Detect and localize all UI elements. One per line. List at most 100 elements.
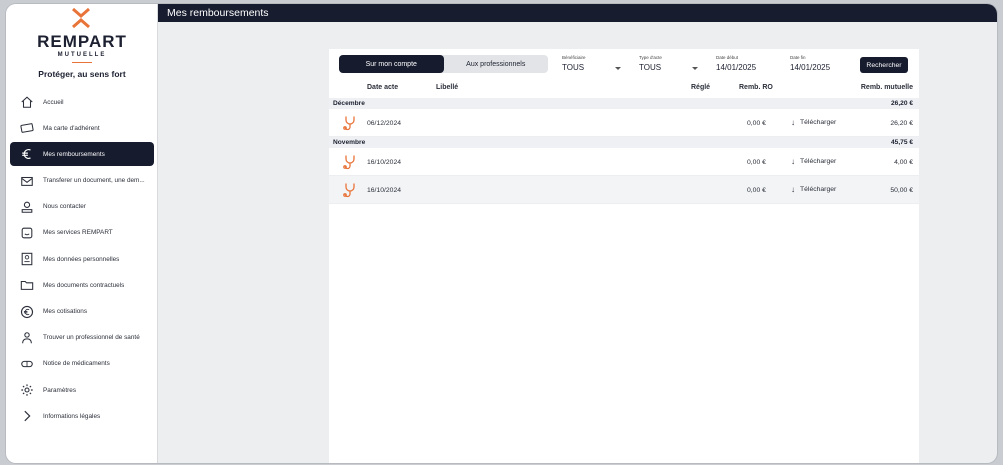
- sidebar-item-label: Paramètres: [43, 386, 77, 394]
- sidebar-item-donnees[interactable]: Mes données personnelles: [10, 247, 154, 271]
- tab-sur-mon-compte[interactable]: Sur mon compte: [339, 55, 444, 73]
- sidebar-item-remboursements[interactable]: Mes remboursements: [10, 142, 154, 167]
- folder-icon: [20, 278, 34, 292]
- sidebar-item-parametres[interactable]: Paramètres: [10, 378, 154, 402]
- month-name: Novembre: [333, 139, 366, 146]
- date-fin-label: Date fin: [790, 55, 806, 60]
- download-label: Télécharger: [800, 186, 837, 193]
- chevron-right-icon: [20, 409, 34, 423]
- beneficiaire-label: Bénéficiaire: [562, 55, 586, 60]
- sidebar-item-transferer[interactable]: Transferer un document, une dem...: [10, 169, 154, 193]
- app-window: REMPART MUTUELLE Protéger, au sens fort …: [6, 4, 997, 463]
- chevron-down-icon: [692, 67, 698, 70]
- col-remb-mutuelle: Remb. mutuelle: [860, 84, 913, 91]
- mail-icon: [20, 174, 34, 188]
- sidebar-item-label: Informations légales: [43, 412, 101, 420]
- col-regle: Réglé: [691, 84, 711, 91]
- chevron-down-icon: [615, 67, 621, 70]
- date-debut-label: Date début: [716, 55, 739, 60]
- euro-icon: [20, 147, 34, 161]
- sidebar-item-professionnel[interactable]: Trouver un professionnel de santé: [10, 326, 154, 350]
- row-remb-ro: 0,00 €: [747, 120, 766, 127]
- row-remb-ro: 0,00 €: [747, 159, 766, 166]
- row-date: 16/10/2024: [367, 159, 402, 166]
- beneficiaire-select[interactable]: Bénéficiaire TOUS: [562, 55, 621, 72]
- row-date: 16/10/2024: [367, 187, 402, 194]
- row-remb-mutuelle: 50,00 €: [890, 187, 913, 194]
- stethoscope-icon: [343, 116, 355, 131]
- col-libelle: Libellé: [436, 84, 459, 91]
- month-total: 45,75 €: [891, 139, 913, 146]
- sidebar-item-label: Notice de médicaments: [43, 360, 110, 368]
- reimbursements-table: Décembre 26,20 € 06/12/2024 0,00 € ↓ Télé…: [329, 98, 919, 204]
- type-acte-select[interactable]: Type d'acte TOUS: [639, 55, 698, 72]
- card-icon: [20, 121, 34, 135]
- sidebar-item-label: Nous contacter: [43, 203, 86, 211]
- sidebar-item-informations[interactable]: Informations légales: [10, 404, 154, 428]
- download-link[interactable]: ↓ Télécharger: [791, 185, 836, 194]
- brand-divider: [72, 62, 92, 63]
- sidebar-item-accueil[interactable]: Accueil: [10, 90, 154, 114]
- beneficiaire-value: TOUS: [562, 63, 585, 72]
- gear-icon: [20, 383, 34, 397]
- sidebar-item-label: Mes cotisations: [43, 308, 88, 315]
- table-row[interactable]: 16/10/2024 0,00 € ↓ Télécharger 4,00 €: [329, 148, 919, 176]
- month-group-header: Novembre 45,75 €: [329, 137, 919, 148]
- stethoscope-icon: [343, 155, 355, 170]
- euro-circle-icon: [20, 305, 34, 319]
- sidebar-nav: Accueil Ma carte d'adhérent Mes rembours…: [10, 90, 154, 430]
- download-label: Télécharger: [800, 119, 837, 126]
- stethoscope-icon: [343, 183, 355, 198]
- sidebar-item-label: Transferer un document, une dem...: [43, 177, 145, 185]
- sidebar-item-notice[interactable]: Notice de médicaments: [10, 352, 154, 376]
- brand-tagline: Protéger, au sens fort: [38, 69, 126, 79]
- type-acte-label: Type d'acte: [639, 55, 662, 60]
- download-arrow-icon: ↓: [791, 118, 795, 127]
- sidebar-item-label: Trouver un professionnel de santé: [43, 334, 140, 342]
- month-name: Décembre: [333, 100, 365, 107]
- search-button[interactable]: Rechercher: [860, 57, 908, 73]
- sidebar-item-label: Mes remboursements: [43, 150, 105, 158]
- brand-name: REMPART: [37, 32, 127, 51]
- sidebar-item-label: Mes services REMPART: [43, 229, 113, 237]
- doctor-icon: [20, 331, 34, 345]
- row-date: 06/12/2024: [367, 120, 402, 127]
- month-group-header: Décembre 26,20 €: [329, 98, 919, 109]
- sidebar-item-label: Mes données personnelles: [43, 255, 120, 263]
- date-fin-value: 14/01/2025: [790, 63, 831, 72]
- table-row[interactable]: 16/10/2024 0,00 € ↓ Télécharger 50,00 €: [329, 176, 919, 204]
- row-remb-mutuelle: 26,20 €: [890, 120, 913, 127]
- sidebar-item-contact[interactable]: Nous contacter: [10, 195, 154, 219]
- download-link[interactable]: ↓ Télécharger: [791, 157, 836, 166]
- date-debut-field[interactable]: Date début 14/01/2025: [716, 55, 756, 72]
- download-link[interactable]: ↓ Télécharger: [791, 118, 836, 127]
- sidebar-item-label: Accueil: [43, 98, 64, 106]
- brand-sub: MUTUELLE: [57, 52, 107, 58]
- sidebar-item-carte[interactable]: Ma carte d'adhérent: [10, 116, 154, 140]
- tab-aux-professionnels[interactable]: Aux professionnels: [444, 55, 549, 73]
- table-row[interactable]: 06/12/2024 0,00 € ↓ Télécharger 26,20 €: [329, 109, 919, 137]
- col-date-acte: Date acte: [367, 84, 399, 91]
- page-title: Mes remboursements: [167, 7, 269, 19]
- sidebar: REMPART MUTUELLE Protéger, au sens fort …: [6, 4, 158, 463]
- view-toggle: Sur mon compte Aux professionnels: [339, 55, 548, 73]
- sidebar-item-cotisations[interactable]: Mes cotisations: [10, 300, 154, 324]
- download-arrow-icon: ↓: [791, 185, 795, 194]
- sidebar-item-label: Mes documents contractuels: [43, 281, 125, 289]
- sidebar-item-services[interactable]: Mes services REMPART: [10, 221, 154, 245]
- table-header: Date acte Libellé Réglé Remb. RO Remb. m…: [329, 80, 919, 98]
- type-acte-value: TOUS: [639, 63, 662, 72]
- id-icon: [20, 252, 34, 266]
- contact-icon: [20, 200, 34, 214]
- col-remb-ro: Remb. RO: [739, 84, 773, 91]
- services-icon: [20, 226, 34, 240]
- sidebar-item-documents[interactable]: Mes documents contractuels: [10, 273, 154, 297]
- home-icon: [20, 95, 34, 109]
- sidebar-item-label: Ma carte d'adhérent: [43, 124, 100, 132]
- row-remb-mutuelle: 4,00 €: [894, 159, 913, 166]
- reimbursements-panel: Sur mon compte Aux professionnels Bénéfi…: [329, 49, 919, 463]
- date-debut-value: 14/01/2025: [716, 63, 757, 72]
- top-bar: Mes remboursements: [158, 4, 997, 22]
- row-remb-ro: 0,00 €: [747, 187, 766, 194]
- date-fin-field[interactable]: Date fin 14/01/2025: [790, 55, 830, 72]
